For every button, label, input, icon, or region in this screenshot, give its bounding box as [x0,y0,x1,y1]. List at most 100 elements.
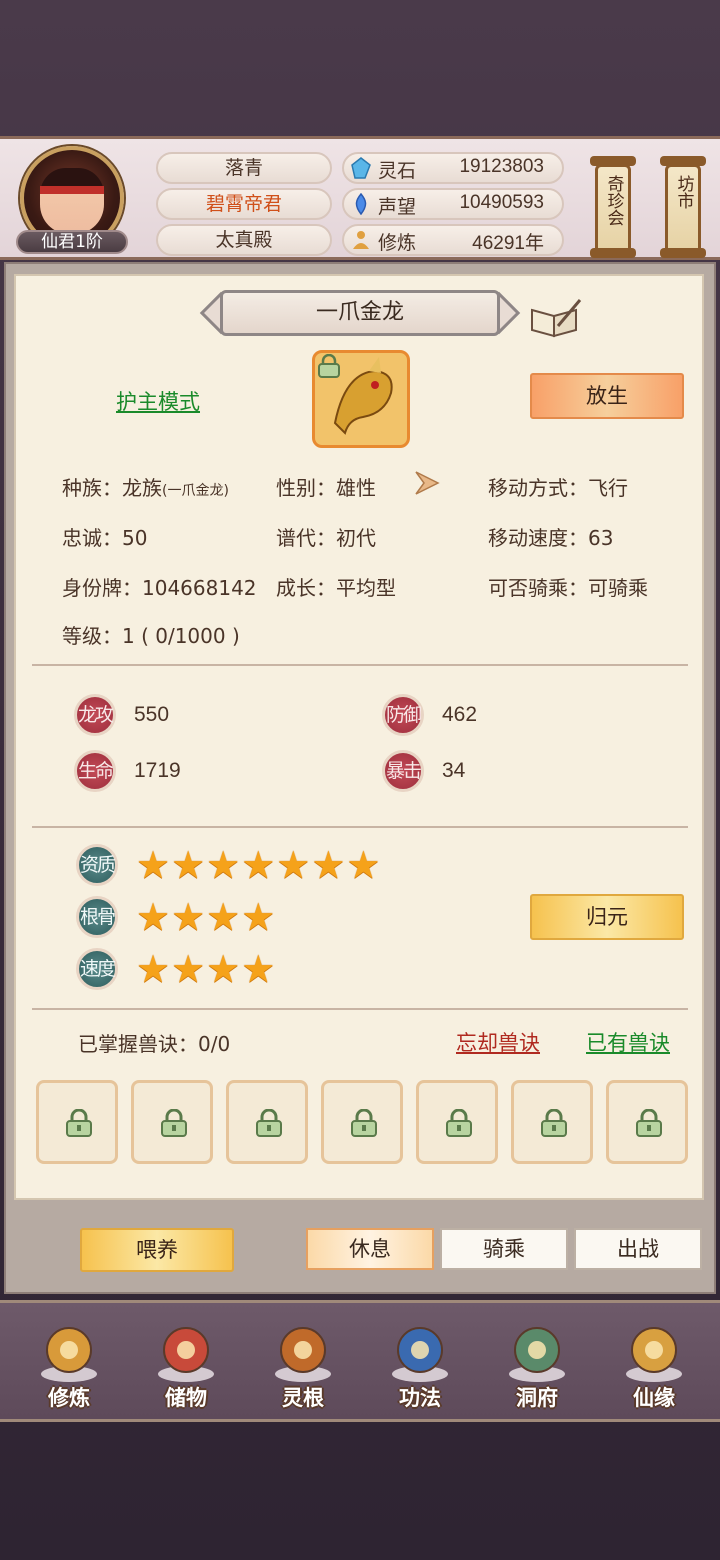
nav-item[interactable]: 洞府 [482,1316,592,1416]
aptitude-badge: 资质 [76,844,118,886]
defense-value: 462 [442,703,478,726]
move-mode-value: 飞行 [588,476,628,500]
loyalty-row: 忠诚：50 [62,522,147,551]
divider [32,826,688,828]
crit-value: 34 [442,759,466,782]
cave-mansion-icon [509,1327,565,1382]
lock-icon [446,1109,472,1137]
growth-value: 平均型 [336,576,396,600]
generation-value: 初代 [336,526,376,550]
defense-badge: 防御 [382,694,424,736]
nav-item[interactable]: 功法 [365,1316,475,1416]
skill-slot[interactable] [36,1080,118,1164]
generation-row: 谱代：初代 [276,522,376,551]
resource-label: 修炼 [378,232,417,254]
forget-skill-link[interactable]: 忘却兽诀 [456,1027,540,1057]
treasure-fair-button[interactable]: 奇珍会 [595,164,631,254]
loyalty-value: 50 [122,526,148,550]
cultivation-monk-icon [41,1327,97,1382]
market-label: 坊市 [673,175,694,209]
mastered-skills: 已掌握兽诀：0/0 [78,1032,231,1056]
nav-item[interactable]: 仙缘 [599,1316,709,1416]
rename-book-icon[interactable] [528,296,582,338]
reputation-flame-icon [355,193,367,215]
race-sub: (一爪金龙) [162,483,229,499]
skill-slot[interactable] [511,1080,593,1164]
nav-item[interactable]: 修炼 [14,1316,124,1416]
avatar-headband [40,186,104,194]
resource-cultivation: 修炼 46291年 [342,224,564,256]
hp-value: 1719 [134,759,181,782]
spirit-root-icon [275,1327,331,1382]
lock-icon [541,1109,567,1137]
avatar-face [40,168,104,234]
arrow-right-icon[interactable] [412,468,444,498]
lock-icon [66,1109,92,1137]
nav-label: 功法 [399,1386,441,1410]
loyalty-label: 忠诚： [62,526,122,550]
market-button[interactable]: 坊市 [665,164,701,254]
release-button[interactable]: 放生 [530,373,684,419]
nav-item[interactable]: 灵根 [248,1316,358,1416]
feed-button[interactable]: 喂养 [80,1228,234,1272]
bone-stars: ★★★★ [136,895,277,939]
race-value: 龙族 [122,476,162,500]
return-origin-button[interactable]: 归元 [530,894,684,940]
level-row: 等级：1 ( 0/1000 ) [62,620,240,649]
divider [32,1008,688,1010]
battle-tab[interactable]: 出战 [574,1228,702,1270]
skill-slot[interactable] [606,1080,688,1164]
guard-mode-link[interactable]: 护主模式 [116,386,200,416]
resource-value: 46291年 [472,233,544,254]
level-label: 等级： [62,624,122,648]
skill-slot[interactable] [416,1080,498,1164]
growth-label: 成长： [276,576,336,600]
lock-icon [636,1109,662,1137]
gender-label: 性别： [276,476,336,500]
id-row: 身份牌：104668142 [62,572,257,601]
owned-skills-link[interactable]: 已有兽诀 [586,1027,670,1057]
speed-badge: 速度 [76,948,118,990]
generation-label: 谱代： [276,526,336,550]
lock-icon [351,1109,377,1137]
meditation-icon [353,231,369,249]
immortal-gourd-icon [626,1327,682,1382]
rideable-row: 可否骑乘：可骑乘 [488,572,648,601]
nav-label: 仙缘 [633,1386,675,1410]
nav-item[interactable]: 储物 [131,1316,241,1416]
gender-row: 性别：雄性 [276,472,376,501]
skill-slot[interactable] [226,1080,308,1164]
storage-bag-icon [158,1327,214,1382]
nav-label: 洞府 [516,1386,558,1410]
skill-slot[interactable] [131,1080,213,1164]
rank-badge: 仙君1阶 [16,230,128,254]
gender-value: 雄性 [336,476,376,500]
skill-slot[interactable] [321,1080,403,1164]
race-row: 种族：龙族(一爪金龙) [62,472,229,501]
crit-badge: 暴击 [382,750,424,792]
pet-lock-icon [318,354,340,378]
player-sect: 太真殿 [156,224,332,256]
resource-label: 声望 [378,196,417,218]
resource-value: 10490593 [459,192,544,213]
technique-book-icon [392,1327,448,1382]
dragon-attack-value: 550 [134,703,170,726]
rideable-value: 可骑乘 [588,576,648,600]
dragon-attack-badge: 龙攻 [74,694,116,736]
pet-name-title: 一爪金龙 [220,290,500,336]
rest-tab[interactable]: 休息 [306,1228,434,1270]
player-name: 落青 [156,152,332,184]
id-value: 104668142 [142,576,257,600]
nav-label: 储物 [165,1386,207,1410]
ride-tab[interactable]: 骑乘 [440,1228,568,1270]
player-title: 碧霄帝君 [156,188,332,220]
treasure-fair-label: 奇珍会 [603,175,624,226]
divider [32,664,688,666]
level-value: 1 ( 0/1000 ) [122,624,240,648]
move-mode-label: 移动方式： [488,476,588,500]
lock-icon [161,1109,187,1137]
nav-label: 修炼 [48,1386,90,1410]
nav-label: 灵根 [282,1386,324,1410]
resource-label: 灵石 [378,160,417,182]
speed-stars: ★★★★ [136,947,277,991]
